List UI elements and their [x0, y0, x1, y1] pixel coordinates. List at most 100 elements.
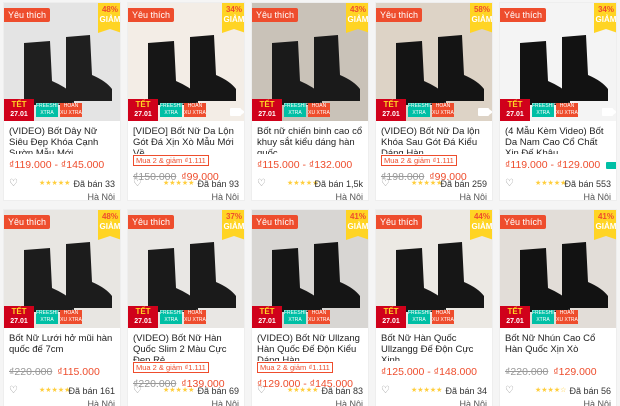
discount-percent: 48%	[101, 212, 118, 221]
sold-count: Đã bán 34	[445, 386, 487, 396]
product-card-1[interactable]: Yêu thích 48% GIẢM TẾT 27.01 FREESHIP XT…	[3, 2, 121, 201]
tet-sale-badge: TẾT 27.01	[252, 99, 282, 121]
product-card-9[interactable]: Yêu thích 44% GIẢM TẾT 27.01 FREESHIP XT…	[375, 209, 493, 406]
product-card-10[interactable]: Yêu thích 41% GIẢM TẾT 27.01 FREESHIP XT…	[499, 209, 617, 406]
shipping-truck-icon	[606, 161, 616, 169]
freeship-badge: FREESHIP XTRA	[408, 310, 434, 324]
discount-badge: 34% GIẢM	[222, 3, 244, 33]
current-price: ₫115.000	[57, 366, 100, 378]
product-image[interactable]: Yêu thích 41% GIẢM TẾT 27.01 FREESHIP XT…	[500, 210, 616, 328]
shop-location: Hà Nội	[87, 192, 115, 201]
heart-icon[interactable]: ♡	[505, 178, 514, 189]
promo-tag: Mua 2 & giảm ₫1.111	[133, 155, 209, 166]
product-card-8[interactable]: Yêu thích 41% GIẢM TẾT 27.01 FREESHIP XT…	[251, 209, 369, 406]
promo-tag: Mua 2 & giảm ₫1.111	[381, 155, 457, 166]
product-card-6[interactable]: Yêu thích 48% GIẢM TẾT 27.01 FREESHIP XT…	[3, 209, 121, 406]
shop-location: Hà Nội	[583, 192, 611, 201]
tet-date: 27.01	[134, 318, 152, 325]
product-card-4[interactable]: Yêu thích 58% GIẢM TẾT 27.01 FREESHIP XT…	[375, 2, 493, 201]
discount-percent: 37%	[225, 212, 242, 221]
discount-label: GIẢM	[471, 222, 493, 231]
meta-row: ♡ ★★★★★ Đã bán 161	[9, 385, 115, 396]
product-name[interactable]: Bốt Nữ Hàn Quốc Ullzangg Đế Độn Cực Xinh	[376, 328, 492, 361]
product-image[interactable]: Yêu thích 48% GIẢM TẾT 27.01 FREESHIP XT…	[4, 210, 120, 328]
freeship-badge: FREESHIP XTRA	[36, 310, 62, 324]
sold-count: Đã bán 1,5k	[314, 179, 363, 189]
tet-title: TẾT	[259, 100, 275, 109]
discount-percent: 34%	[597, 5, 614, 14]
product-image[interactable]: Yêu thích 37% GIẢM TẾT 27.01 FREESHIP XT…	[128, 210, 244, 328]
heart-icon[interactable]: ♡	[381, 178, 390, 189]
discount-badge: 58% GIẢM	[470, 3, 492, 33]
meta-row: ♡ ★★★★☆ Đã bán 56	[505, 385, 611, 396]
product-name[interactable]: (VIDEO) Bốt Nữ Ullzang Hàn Quốc Đế Độn K…	[252, 328, 368, 361]
rating-stars: ★★★★★	[287, 387, 319, 394]
meta-row: ♡ ★★★★★ Đã bán 93	[133, 178, 239, 189]
current-price: ₫125.000 - ₫148.000	[381, 366, 478, 378]
freeship-badge: FREESHIP XTRA	[532, 103, 558, 117]
shop-location: Hà Nội	[459, 399, 487, 406]
shop-location: Hà Nội	[459, 192, 487, 201]
product-name[interactable]: Bốt Nữ Nhún Cao Cổ Hàn Quốc Xịn Xò	[500, 328, 616, 361]
product-card-7[interactable]: Yêu thích 37% GIẢM TẾT 27.01 FREESHIP XT…	[127, 209, 245, 406]
product-image[interactable]: Yêu thích 43% GIẢM TẾT 27.01 FREESHIP XT…	[252, 3, 368, 121]
rating-stars: ★★★★★	[39, 180, 71, 187]
discount-badge: 43% GIẢM	[346, 3, 368, 33]
product-image[interactable]: Yêu thích 48% GIẢM TẾT 27.01 FREESHIP XT…	[4, 3, 121, 121]
tet-sale-badge: TẾT 27.01	[4, 306, 34, 328]
discount-badge: 44% GIẢM	[470, 210, 493, 240]
product-image[interactable]: Yêu thích 34% GIẢM TẾT 27.01 FREESHIP XT…	[128, 3, 244, 121]
heart-icon[interactable]: ♡	[9, 385, 18, 396]
meta-row: ♡ ★★★★★ Đã bán 83	[257, 385, 363, 396]
product-name[interactable]: Bốt Nữ Lưới hở mũi hàn quốc đế 7cm	[4, 328, 120, 361]
product-name[interactable]: (VIDEO) Bốt Dây Nữ Siêu Đẹp Khóa Cạnh Sư…	[4, 121, 120, 154]
rating-stars: ★★★★★	[39, 387, 71, 394]
promo-tag: Mua 2 & giảm ₫1.111	[257, 362, 333, 373]
product-card-3[interactable]: Yêu thích 43% GIẢM TẾT 27.01 FREESHIP XT…	[251, 2, 369, 201]
product-name[interactable]: Bốt nữ chiến binh cao cổ khuy sắt kiểu d…	[252, 121, 368, 154]
favorite-badge: Yêu thích	[4, 215, 51, 229]
tet-sale-badge: TẾT 27.01	[252, 306, 282, 328]
product-card-5[interactable]: Yêu thích 34% GIẢM TẾT 27.01 FREESHIP XT…	[499, 2, 617, 201]
sold-count: Đã bán 69	[197, 386, 239, 396]
heart-icon[interactable]: ♡	[505, 385, 514, 396]
product-name[interactable]: [VIDEO] Bốt Nữ Da Lộn Gót Đá Xịn Xò Mẫu …	[128, 121, 244, 154]
tet-title: TẾT	[383, 100, 399, 109]
heart-icon[interactable]: ♡	[381, 385, 390, 396]
tet-sale-badge: TẾT 27.01	[500, 306, 530, 328]
current-price: ₫119.000 - ₫145.000	[9, 159, 105, 171]
discount-badge: 41% GIẢM	[346, 210, 368, 240]
discount-badge: 34% GIẢM	[594, 3, 616, 33]
heart-icon[interactable]: ♡	[133, 178, 142, 189]
product-name[interactable]: (VIDEO) Bốt Nữ Da lộn Khóa Sau Gót Đá Ki…	[376, 121, 492, 154]
product-name[interactable]: (VIDEO) Bốt Nữ Hàn Quốc Slim 2 Màu Cực Đ…	[128, 328, 244, 361]
hoan-xu-badge: HOÀN XU XTRA	[432, 103, 454, 117]
heart-icon[interactable]: ♡	[9, 178, 18, 189]
discount-badge: 48% GIẢM	[98, 210, 120, 240]
favorite-badge: Yêu thích	[500, 215, 547, 229]
product-image[interactable]: Yêu thích 41% GIẢM TẾT 27.01 FREESHIP XT…	[252, 210, 368, 328]
tet-title: TẾT	[135, 307, 151, 316]
discount-percent: 41%	[349, 212, 366, 221]
rating-stars: ★★★★★	[411, 387, 443, 394]
old-price: ₫220.000	[505, 366, 549, 378]
favorite-badge: Yêu thích	[252, 8, 299, 22]
meta-row: ♡ ★★★★★ Đã bán 34	[381, 385, 487, 396]
tet-title: TẾT	[135, 100, 151, 109]
old-price: ₫220.000	[9, 366, 53, 378]
product-image[interactable]: Yêu thích 34% GIẢM TẾT 27.01 FREESHIP XT…	[500, 3, 616, 121]
heart-icon[interactable]: ♡	[257, 385, 266, 396]
freeship-badge: FREESHIP XTRA	[160, 310, 186, 324]
favorite-badge: Yêu thích	[252, 215, 299, 229]
current-price: ₫129.000	[553, 366, 597, 378]
heart-icon[interactable]: ♡	[257, 178, 266, 189]
discount-percent: 41%	[597, 212, 614, 221]
heart-icon[interactable]: ♡	[133, 385, 142, 396]
meta-row: ♡ ★★★★★ Đã bán 259	[381, 178, 487, 189]
product-card-2[interactable]: Yêu thích 34% GIẢM TẾT 27.01 FREESHIP XT…	[127, 2, 245, 201]
discount-label: GIẢM	[99, 15, 121, 24]
product-image[interactable]: Yêu thích 44% GIẢM TẾT 27.01 FREESHIP XT…	[376, 210, 493, 328]
video-icon	[230, 108, 244, 116]
product-image[interactable]: Yêu thích 58% GIẢM TẾT 27.01 FREESHIP XT…	[376, 3, 492, 121]
product-name[interactable]: (4 Mẫu Kèm Video) Bốt Da Nam Cao Cổ Chất…	[500, 121, 616, 154]
